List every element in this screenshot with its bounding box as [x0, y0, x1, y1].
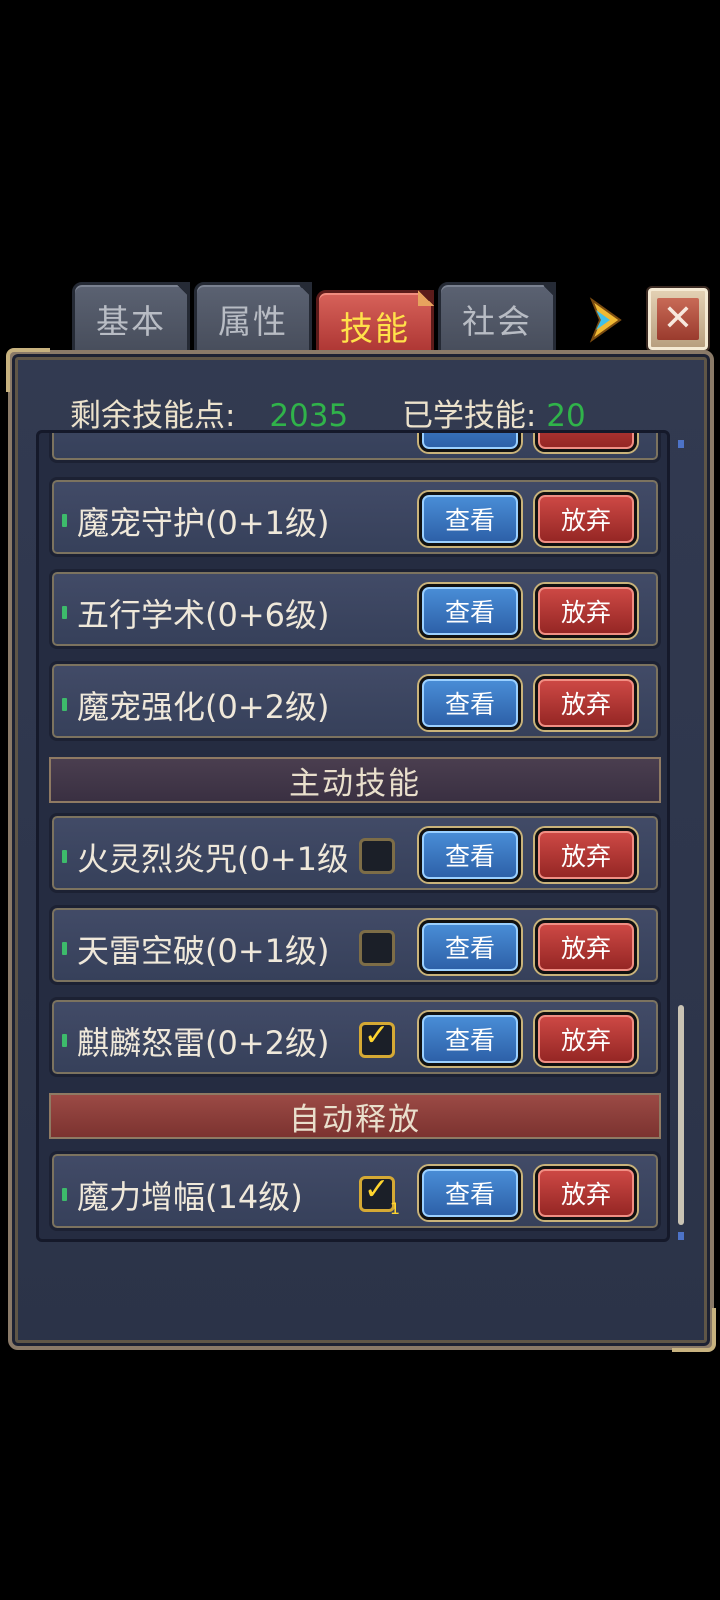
check-icon: ✓	[364, 1172, 390, 1207]
scroll-up-icon[interactable]	[678, 440, 684, 448]
skill-name: 火灵烈炎咒(0+1级)	[77, 840, 347, 878]
drop-button[interactable]: 放弃	[535, 676, 637, 730]
skill-list[interactable]: 魔宠守护(0+1级) 查看 放弃 五行学术(0+6级) 查看 放弃 魔宠强化(0…	[36, 430, 670, 1242]
drop-button[interactable]: 放弃	[535, 828, 637, 882]
tab-social-label: 社会	[462, 302, 532, 341]
skill-name: 五行学术(0+6级)	[77, 596, 330, 634]
close-button[interactable]: ✕	[648, 288, 708, 350]
tab-basic[interactable]: 基本	[72, 282, 190, 356]
drop-button[interactable]: 放弃	[535, 1012, 637, 1066]
view-button[interactable]: 查看	[419, 1012, 521, 1066]
skill-name: 魔宠守护(0+1级)	[77, 504, 330, 542]
tab-skills-label: 技能	[340, 309, 410, 348]
view-button[interactable]: 查看	[419, 492, 521, 546]
check-icon: ✓	[364, 1018, 390, 1053]
skill-row: 火灵烈炎咒(0+1级) 查看 放弃	[49, 813, 661, 893]
tab-attributes[interactable]: 属性	[194, 282, 312, 356]
drop-button[interactable]: 放弃	[535, 584, 637, 638]
view-button[interactable]: 查看	[419, 920, 521, 974]
skill-row: 麒麟怒雷(0+2级) ✓ 查看 放弃	[49, 997, 661, 1077]
auto-cast-checkbox[interactable]: ✓ 1	[359, 1172, 400, 1217]
learned-skills-value: 20	[546, 398, 586, 434]
bullet-icon	[62, 942, 67, 955]
skill-row-partial	[49, 433, 661, 463]
priority-badge: 1	[389, 1199, 400, 1218]
learned-skills-label: 已学技能:	[401, 398, 537, 434]
bullet-icon	[62, 606, 67, 619]
view-button[interactable]: 查看	[419, 676, 521, 730]
view-button[interactable]	[419, 433, 521, 452]
skill-row: 天雷空破(0+1级) 查看 放弃	[49, 905, 661, 985]
skill-name: 天雷空破(0+1级)	[77, 932, 330, 970]
skill-row: 魔力增幅(14级) ✓ 1 查看 放弃	[49, 1151, 661, 1231]
close-icon: ✕	[657, 298, 699, 340]
tab-attributes-label: 属性	[218, 302, 288, 341]
view-button[interactable]: 查看	[419, 828, 521, 882]
auto-cast-checkbox[interactable]	[359, 838, 395, 874]
bullet-icon	[62, 850, 67, 863]
skill-points-header: 剩余技能点: 2035 已学技能: 20	[70, 390, 586, 435]
drop-button[interactable]: 放弃	[535, 492, 637, 546]
auto-cast-checkbox[interactable]	[359, 930, 395, 966]
drop-button[interactable]	[535, 433, 637, 452]
drop-button[interactable]: 放弃	[535, 1166, 637, 1220]
next-arrow-icon[interactable]	[586, 296, 626, 344]
view-button[interactable]: 查看	[419, 584, 521, 638]
section-active-skills: 主动技能	[49, 757, 661, 803]
tab-basic-label: 基本	[96, 302, 166, 341]
remaining-points-label: 剩余技能点:	[70, 398, 236, 434]
tab-social[interactable]: 社会	[438, 282, 556, 356]
bullet-icon	[62, 698, 67, 711]
skill-row: 魔宠强化(0+2级) 查看 放弃	[49, 661, 661, 741]
skill-row: 五行学术(0+6级) 查看 放弃	[49, 569, 661, 649]
skill-name: 魔力增幅(14级)	[77, 1178, 303, 1216]
remaining-points-value: 2035	[269, 398, 349, 434]
bullet-icon	[62, 1034, 67, 1047]
scrollbar-thumb[interactable]	[678, 1005, 684, 1225]
bullet-icon	[62, 514, 67, 527]
skill-name: 麒麟怒雷(0+2级)	[77, 1024, 330, 1062]
scroll-down-icon[interactable]	[678, 1232, 684, 1240]
drop-button[interactable]: 放弃	[535, 920, 637, 974]
bullet-icon	[62, 1188, 67, 1201]
view-button[interactable]: 查看	[419, 1166, 521, 1220]
skill-row: 魔宠守护(0+1级) 查看 放弃	[49, 477, 661, 557]
section-auto-cast: 自动释放	[49, 1093, 661, 1139]
skill-name: 魔宠强化(0+2级)	[77, 688, 330, 726]
auto-cast-checkbox[interactable]: ✓	[359, 1018, 395, 1058]
